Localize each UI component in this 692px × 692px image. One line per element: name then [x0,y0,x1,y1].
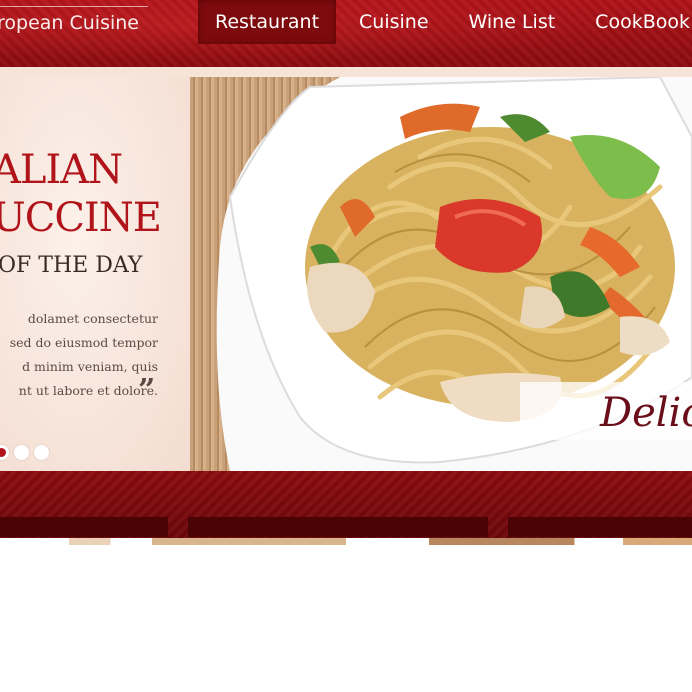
featured-tab-1[interactable] [0,517,168,537]
photo-caption-box: Delici [520,382,692,440]
closing-quote-icon: ” [138,373,156,408]
slide-headline-line1: ALIAN [0,147,123,193]
slider-dot-1[interactable] [0,445,9,460]
slide-subheading: OF THE DAY [0,253,143,278]
featured-tab-2[interactable] [188,517,488,537]
slide-blurb: dolamet consectetur sed do eiusmod tempo… [0,307,158,403]
thumbnail-strip [0,538,692,545]
blurb-line: sed do eiusmod tempor [9,335,158,350]
photo-caption: Delici [600,390,692,436]
slide-headline-line2: UCCINE [0,195,162,241]
main-nav: Restaurant Cuisine Wine List CookBook [198,0,692,44]
featured-band [0,471,692,538]
hero-slider: ALIAN UCCINE OF THE DAY dolamet consecte… [0,67,692,471]
blurb-line: nt ut labore et dolore. [18,383,158,398]
slider-dot-2[interactable] [14,445,29,460]
blurb-line: dolamet consectetur [27,311,158,326]
slide-text-panel: ALIAN UCCINE OF THE DAY dolamet consecte… [0,77,190,471]
site-brand[interactable]: ropean Cuisine [0,12,139,34]
featured-tab-3[interactable] [508,517,692,537]
blurb-line: d minim veniam, quis [22,359,158,374]
nav-restaurant[interactable]: Restaurant [198,0,337,44]
top-header: ropean Cuisine Restaurant Cuisine Wine L… [0,0,692,67]
nav-cookbook[interactable]: CookBook [578,0,692,44]
brand-rule [0,6,148,7]
dish-photo: Delici [190,77,692,471]
nav-cuisine[interactable]: Cuisine [342,0,446,44]
nav-wine-list[interactable]: Wine List [452,0,573,44]
slider-pagination [0,445,54,460]
slider-dot-3[interactable] [34,445,49,460]
